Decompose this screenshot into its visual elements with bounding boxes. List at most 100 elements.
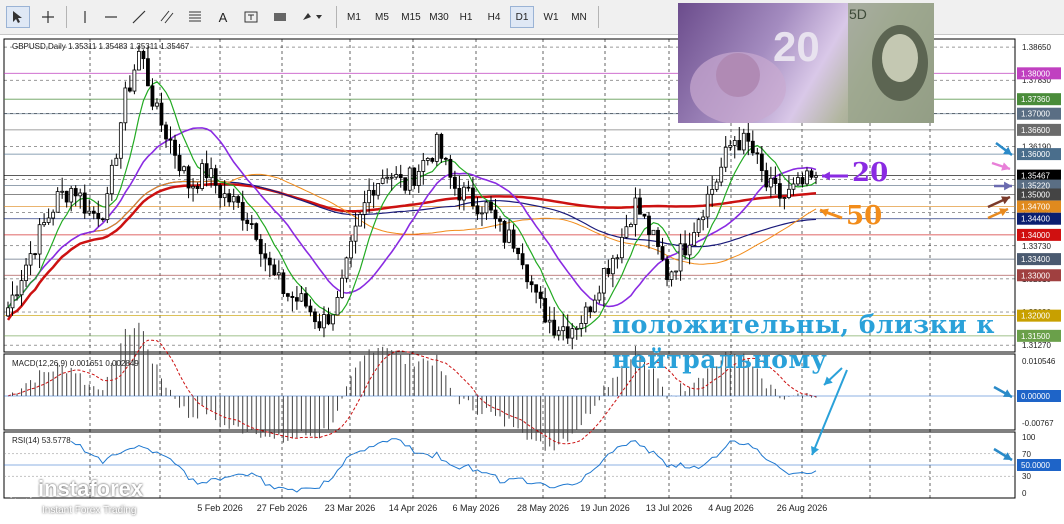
candle bbox=[331, 314, 335, 325]
timeframe-m5[interactable]: M5 bbox=[370, 6, 394, 28]
arrows-dropdown-icon[interactable] bbox=[298, 6, 328, 28]
candle bbox=[791, 183, 796, 190]
trendline-tool-icon[interactable] bbox=[128, 6, 150, 28]
horizontal-line-tool-icon[interactable] bbox=[100, 6, 122, 28]
candle bbox=[19, 280, 24, 296]
candle bbox=[37, 224, 42, 255]
candle bbox=[529, 281, 534, 286]
candle bbox=[132, 69, 137, 92]
timeframe-d1[interactable]: D1 bbox=[510, 6, 534, 28]
candle bbox=[186, 166, 191, 189]
candle bbox=[236, 196, 241, 203]
candle bbox=[538, 291, 543, 299]
candle bbox=[466, 186, 471, 189]
candle bbox=[204, 163, 209, 179]
date-label: 27 Feb 2026 bbox=[257, 503, 308, 513]
candle bbox=[191, 186, 195, 189]
candle bbox=[69, 188, 74, 203]
chart-header: GBPUSD,Daily 1.35311 1.35483 1.35311 1.3… bbox=[12, 42, 190, 51]
candle bbox=[701, 216, 706, 221]
timeframe-h1[interactable]: H1 bbox=[454, 6, 478, 28]
price-tick-label: 1.38650 bbox=[1022, 43, 1051, 52]
candle bbox=[439, 133, 444, 159]
candle bbox=[200, 163, 205, 189]
candle bbox=[710, 188, 715, 195]
candle bbox=[683, 243, 687, 256]
vertical-line-tool-icon[interactable] bbox=[74, 6, 96, 28]
candle bbox=[638, 197, 642, 215]
candle bbox=[371, 189, 376, 196]
candle bbox=[195, 186, 200, 189]
candle bbox=[516, 247, 520, 255]
timeframe-h4[interactable]: H4 bbox=[482, 6, 506, 28]
candle bbox=[82, 192, 87, 214]
candle bbox=[746, 132, 751, 142]
rsi-label: RSI(14) 53.5778 bbox=[12, 436, 71, 445]
level-tag-label: 1.31500 bbox=[1021, 332, 1050, 341]
candle bbox=[750, 140, 755, 154]
text-tool-icon[interactable]: A bbox=[212, 6, 234, 28]
timeframe-m15[interactable]: M15 bbox=[398, 6, 424, 28]
macd-label: MACD(12,26,9) 0.001651 0.002849 bbox=[12, 359, 139, 368]
candle bbox=[168, 138, 173, 141]
candle bbox=[127, 87, 132, 92]
candle bbox=[421, 160, 426, 172]
candle bbox=[240, 202, 245, 221]
candle bbox=[272, 264, 277, 276]
candle bbox=[349, 240, 353, 259]
candle bbox=[814, 175, 818, 178]
annotation-line-1: положительны, близки к bbox=[612, 310, 995, 339]
candle bbox=[755, 152, 760, 155]
candle bbox=[403, 177, 408, 191]
macd-tick-label: 0.010546 bbox=[1022, 357, 1056, 366]
candle bbox=[412, 167, 417, 186]
crosshair-tool-icon[interactable] bbox=[36, 6, 60, 28]
fibonacci-tool-icon[interactable] bbox=[184, 6, 206, 28]
candle bbox=[579, 323, 584, 329]
candle bbox=[592, 299, 597, 313]
timeframe-w1[interactable]: W1 bbox=[538, 6, 564, 28]
candle bbox=[434, 133, 439, 162]
candle bbox=[443, 157, 448, 160]
rsi-tick-label: 0 bbox=[1022, 489, 1027, 498]
price-tick-label: 1.33730 bbox=[1022, 242, 1051, 251]
candle bbox=[507, 229, 511, 243]
candle bbox=[601, 268, 606, 294]
candle bbox=[150, 85, 155, 107]
timeframe-m30[interactable]: M30 bbox=[426, 6, 452, 28]
date-label: 13 Jul 2026 bbox=[646, 503, 693, 513]
candle bbox=[696, 219, 701, 233]
candle bbox=[773, 177, 778, 184]
candle bbox=[114, 157, 119, 166]
ma-50-label: 50 bbox=[846, 201, 883, 231]
date-label: 4 Aug 2026 bbox=[708, 503, 754, 513]
rsi-tick-label: 100 bbox=[1022, 433, 1036, 442]
candle bbox=[633, 197, 638, 225]
cursor-tool-icon[interactable] bbox=[6, 6, 30, 28]
candle bbox=[606, 268, 611, 275]
channel-tool-icon[interactable] bbox=[156, 6, 178, 28]
timeframe-m1[interactable]: M1 bbox=[342, 6, 366, 28]
candle bbox=[525, 264, 530, 283]
timeframe-mn[interactable]: MN bbox=[566, 6, 592, 28]
candle bbox=[326, 314, 331, 325]
candle bbox=[322, 314, 326, 329]
shapes-tool-icon[interactable] bbox=[268, 6, 292, 28]
candle bbox=[561, 326, 566, 332]
level-tag-label: 1.38000 bbox=[1021, 69, 1050, 78]
candle bbox=[367, 189, 372, 204]
level-tag-label: 1.34000 bbox=[1021, 231, 1050, 240]
candle bbox=[362, 202, 367, 215]
text-label-tool-icon[interactable] bbox=[240, 6, 262, 28]
candle bbox=[73, 188, 78, 197]
candle bbox=[173, 139, 177, 156]
candle bbox=[574, 327, 579, 330]
candle bbox=[656, 229, 660, 247]
candle bbox=[304, 293, 308, 307]
candle bbox=[137, 50, 141, 71]
candle bbox=[344, 257, 349, 279]
rsi-tick-label: 30 bbox=[1022, 472, 1031, 481]
candle bbox=[493, 209, 498, 220]
candle bbox=[732, 140, 737, 146]
candle bbox=[809, 170, 814, 178]
